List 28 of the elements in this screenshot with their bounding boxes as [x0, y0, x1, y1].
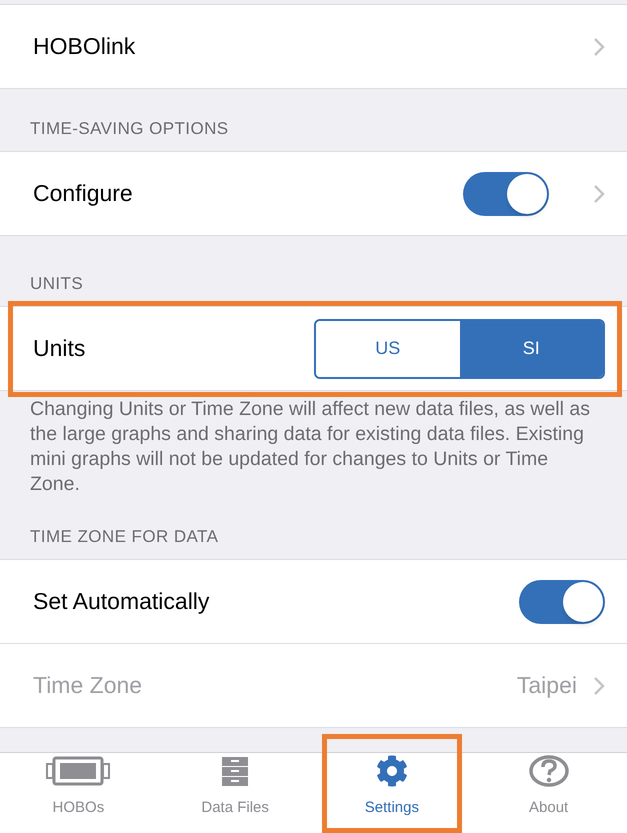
settings-row[interactable]: Set Automatically	[0, 560, 627, 644]
row-label: Set Automatically	[33, 587, 210, 616]
tab-button[interactable]: HOBOs	[0, 753, 157, 833]
tab-button[interactable]: Settings	[314, 753, 470, 833]
chevron-icon	[593, 184, 605, 204]
row-label: HOBOlink	[33, 32, 136, 62]
row-label: Configure	[33, 179, 133, 208]
toggle-switch[interactable]	[519, 580, 605, 624]
row-value: Taipei	[516, 671, 577, 700]
settings-row[interactable]: Configure	[0, 152, 627, 236]
tab-button[interactable]: Data Files	[156, 753, 314, 833]
chevron-icon	[593, 676, 605, 696]
row-label: Units	[33, 334, 86, 364]
settings-row[interactable]: HOBOlink	[0, 5, 627, 89]
settings-row[interactable]: Units US SI	[0, 307, 627, 391]
row-label: Time Zone	[33, 671, 142, 700]
section-footer: Changing Units or Time Zone will affect new data files, as well as the large graphs and sharing data for existing data files. Existing mini graphs will not be updated for changes to Units or Time Zone.	[0, 391, 627, 497]
cabinet-icon	[221, 756, 250, 786]
help-icon	[528, 754, 569, 786]
device-icon	[46, 756, 110, 786]
segment-button[interactable]: SI	[460, 320, 603, 376]
section-header: UNITS	[30, 272, 84, 294]
section-header: TIME ZONE FOR DATA	[30, 526, 218, 548]
section-header: TIME-SAVING OPTIONS	[30, 118, 229, 140]
settings-icon	[376, 754, 408, 786]
tab-button[interactable]: About	[470, 753, 627, 833]
toggle-switch[interactable]	[463, 172, 549, 216]
chevron-icon	[593, 36, 605, 56]
